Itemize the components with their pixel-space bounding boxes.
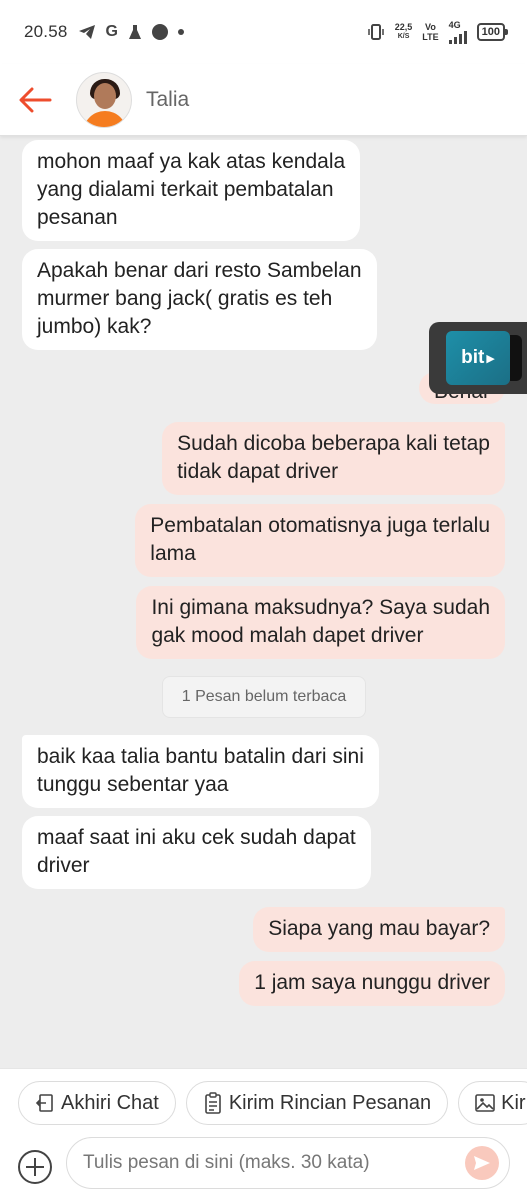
- message-composer: [66, 1137, 510, 1189]
- send-order-details-button[interactable]: Kirim Rincian Pesanan: [185, 1081, 449, 1125]
- volte-indicator: Vo LTE: [422, 22, 438, 42]
- unread-divider: 1 Pesan belum terbaca: [162, 676, 366, 718]
- more-notifications-icon: [178, 29, 184, 35]
- lte-label: LTE: [422, 32, 439, 42]
- add-attachment-button[interactable]: [16, 1148, 54, 1186]
- incoming-message: mohon maaf ya kak atas kendala yang dial…: [22, 140, 361, 241]
- exit-icon: [35, 1094, 53, 1112]
- avatar[interactable]: [76, 71, 132, 128]
- network-type: 4G: [448, 19, 461, 30]
- arrow-left-icon: [19, 87, 52, 112]
- notification-dot-icon: [152, 24, 168, 40]
- vibrate-icon: [368, 24, 384, 40]
- battery-icon: 100: [476, 23, 509, 41]
- send-order-details-label: Kirim Rincian Pesanan: [228, 1091, 432, 1114]
- outgoing-message: Pembatalan otomatisnya juga terlalu lama: [135, 504, 505, 577]
- quick-actions: Akhiri Chat Kirim Rincian Pesanan Kir: [18, 1081, 527, 1125]
- send-image-label: Kir: [501, 1091, 526, 1114]
- speed-unit: K/S: [397, 33, 410, 40]
- outgoing-message: 1 jam saya nunggu driver: [239, 961, 505, 1006]
- message-input[interactable]: [83, 1152, 465, 1174]
- battery-level: 100: [481, 26, 500, 38]
- outgoing-message: Ini gimana maksudnya? Saya sudah gak moo…: [136, 586, 505, 659]
- signal-indicator: 4G: [448, 19, 467, 44]
- incoming-message: maaf saat ini aku cek sudah dapat driver: [22, 816, 371, 889]
- status-time: 20.58: [24, 22, 68, 41]
- network-speed: 22,5 K/S: [395, 22, 413, 42]
- vo-label: Vo: [425, 22, 436, 32]
- google-icon: G: [105, 23, 118, 40]
- signal-bars-icon: [448, 30, 467, 44]
- chat-area[interactable]: mohon maaf ya kak atas kendala yang dial…: [0, 136, 527, 1068]
- chat-header: Talia: [0, 64, 527, 136]
- image-icon: [475, 1094, 495, 1112]
- speed-value: 22,5: [394, 22, 413, 32]
- send-icon: [474, 1156, 490, 1170]
- flask-icon: [129, 25, 141, 39]
- status-bar: 20.58 G 22,5 K/S Vo LTE 4G 100: [0, 0, 527, 64]
- incoming-message: Apakah benar dari resto Sambelan murmer …: [22, 249, 377, 350]
- floating-bittv-widget[interactable]: bit ▶: [429, 322, 527, 394]
- clipboard-icon: [205, 1092, 221, 1114]
- bittv-logo-icon: bit ▶: [446, 331, 522, 385]
- play-icon: ▶: [486, 352, 495, 365]
- outgoing-message: Sudah dicoba beberapa kali tetap tidak d…: [162, 422, 505, 495]
- contact-name[interactable]: Talia: [146, 88, 189, 112]
- end-chat-button[interactable]: Akhiri Chat: [18, 1081, 176, 1125]
- bittv-label: bit: [461, 347, 485, 368]
- back-button[interactable]: [0, 64, 70, 136]
- end-chat-label: Akhiri Chat: [61, 1091, 159, 1114]
- telegram-icon: [78, 25, 95, 39]
- incoming-message: baik kaa talia bantu batalin dari sini t…: [22, 735, 379, 808]
- outgoing-message: Siapa yang mau bayar?: [253, 907, 505, 952]
- send-button[interactable]: [465, 1146, 499, 1180]
- send-image-button[interactable]: Kir: [458, 1081, 527, 1125]
